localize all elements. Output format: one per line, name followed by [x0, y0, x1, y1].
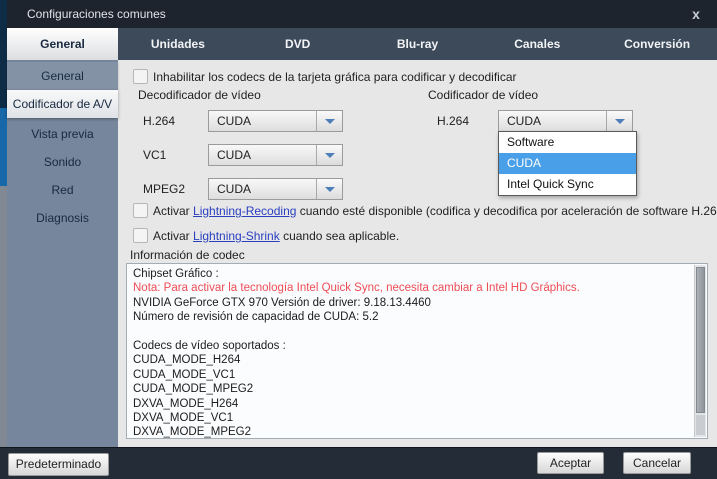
tab-bar: General Unidades DVD Blu-ray Canales Con…	[7, 28, 717, 60]
scrollbar-thumb[interactable]	[696, 267, 705, 413]
codec-info-line: DXVA_MODE_H264	[133, 397, 239, 410]
tab-dvd[interactable]: DVD	[238, 28, 358, 60]
encoder-h264-dropdown-list: Software CUDA Intel Quick Sync	[498, 131, 637, 196]
default-button[interactable]: Predeterminado	[8, 453, 109, 476]
dropdown-option-software[interactable]: Software	[499, 132, 636, 153]
tab-unidades[interactable]: Unidades	[118, 28, 238, 60]
cancel-button[interactable]: Cancelar	[623, 452, 691, 474]
codec-info-line: CUDA_MODE_H264	[133, 354, 241, 367]
decoder-section-title: Decodificador de vídeo	[138, 88, 261, 102]
dropdown-option-cuda[interactable]: CUDA	[499, 153, 636, 174]
scrollbar-track[interactable]	[694, 265, 706, 437]
tab-conversion[interactable]: Conversión	[597, 28, 717, 60]
encoder-h264-combobox[interactable]: CUDA	[498, 110, 633, 132]
decoder-h264-combobox[interactable]: CUDA	[208, 110, 343, 132]
scrollbar-thumb-end	[696, 415, 705, 435]
lightning-shrink-link[interactable]: Lightning-Shrink	[193, 229, 280, 243]
lightning-recoding-link[interactable]: Lightning-Recoding	[193, 204, 296, 218]
encoder-h264-value: CUDA	[507, 114, 542, 128]
codec-info-line: DXVA_MODE_MPEG2	[133, 426, 252, 439]
codec-info-line: Codecs de vídeo soportados :	[133, 340, 286, 353]
decoder-vc1-value: CUDA	[217, 148, 252, 162]
lightning-shrink-label: Activar Lightning-Shrink cuando sea apli…	[153, 229, 399, 243]
codec-info-line	[127, 325, 693, 339]
decoder-vc1-combobox[interactable]: CUDA	[208, 144, 343, 166]
codec-info-line: Número de revisión de capacidad de CUDA:…	[133, 311, 379, 324]
tab-general[interactable]: General	[7, 28, 118, 60]
codec-info-note: Nota: Para activar la tecnología Intel Q…	[133, 282, 580, 295]
sidebar-item-codificador-av[interactable]: Codificador de A/V	[7, 90, 118, 118]
sidebar-item-red[interactable]: Red	[7, 176, 118, 204]
title-bar: Configuraciones comunes x	[7, 0, 717, 28]
sidebar-item-sonido[interactable]: Sonido	[7, 148, 118, 176]
sidebar-item-general[interactable]: General	[7, 62, 118, 90]
decoder-h264-value: CUDA	[217, 114, 252, 128]
lightning-shrink-suffix: cuando sea aplicable.	[279, 229, 400, 243]
decoder-mpeg2-value: CUDA	[217, 182, 252, 196]
chevron-down-icon[interactable]	[316, 111, 342, 131]
disable-codecs-label: Inhabilitar los codecs de la tarjeta grá…	[153, 70, 517, 84]
lightning-recoding-checkbox[interactable]	[133, 203, 148, 218]
ok-button[interactable]: Aceptar	[537, 452, 604, 474]
background-window-edge-gray	[0, 186, 7, 447]
tab-canales[interactable]: Canales	[477, 28, 597, 60]
settings-dialog: Configuraciones comunes x General Unidad…	[0, 0, 717, 479]
dropdown-option-intel-quick-sync[interactable]: Intel Quick Sync	[499, 174, 636, 195]
encoder-h264-label: H.264	[437, 114, 470, 128]
sidebar-item-vista-previa[interactable]: Vista previa	[7, 120, 118, 148]
background-window-edge-blue	[0, 108, 7, 186]
codec-info-line: NVIDIA GeForce GTX 970 Versión de driver…	[133, 296, 431, 309]
sidebar-item-diagnosis[interactable]: Diagnosis	[7, 204, 118, 232]
sidebar: General Codificador de A/V Vista previa …	[7, 60, 118, 447]
decoder-h264-label: H.264	[143, 114, 176, 128]
codec-info-box: Chipset Gráfico : Nota: Para activar la …	[126, 263, 708, 439]
codec-info-line: CUDA_MODE_MPEG2	[133, 383, 254, 396]
chevron-down-icon[interactable]	[606, 111, 632, 131]
tab-blu-ray[interactable]: Blu-ray	[358, 28, 478, 60]
footer-bar: Predeterminado Aceptar Cancelar	[0, 447, 717, 479]
disable-codecs-checkbox[interactable]	[133, 69, 148, 84]
lightning-recoding-label: Activar Lightning-Recoding cuando esté d…	[153, 204, 717, 218]
codec-info-line: Chipset Gráfico :	[133, 268, 219, 280]
decoder-mpeg2-combobox[interactable]: CUDA	[208, 178, 343, 200]
lightning-shrink-checkbox[interactable]	[133, 228, 148, 243]
codec-info-line: CUDA_MODE_VC1	[133, 368, 236, 381]
encoder-section-title: Codificador de vídeo	[428, 88, 539, 102]
codec-info-title: Información de codec	[130, 248, 245, 262]
lightning-recoding-suffix: cuando esté disponible (codifica y decod…	[296, 204, 717, 218]
close-icon[interactable]: x	[687, 5, 705, 23]
codec-info-line: DXVA_MODE_VC1	[133, 412, 234, 425]
chevron-down-icon[interactable]	[316, 179, 342, 199]
dialog-title: Configuraciones comunes	[27, 7, 166, 21]
lightning-recoding-prefix: Activar	[153, 204, 194, 218]
decoder-mpeg2-label: MPEG2	[143, 182, 186, 196]
chevron-down-icon[interactable]	[316, 145, 342, 165]
decoder-vc1-label: VC1	[143, 148, 167, 162]
lightning-shrink-prefix: Activar	[153, 229, 194, 243]
